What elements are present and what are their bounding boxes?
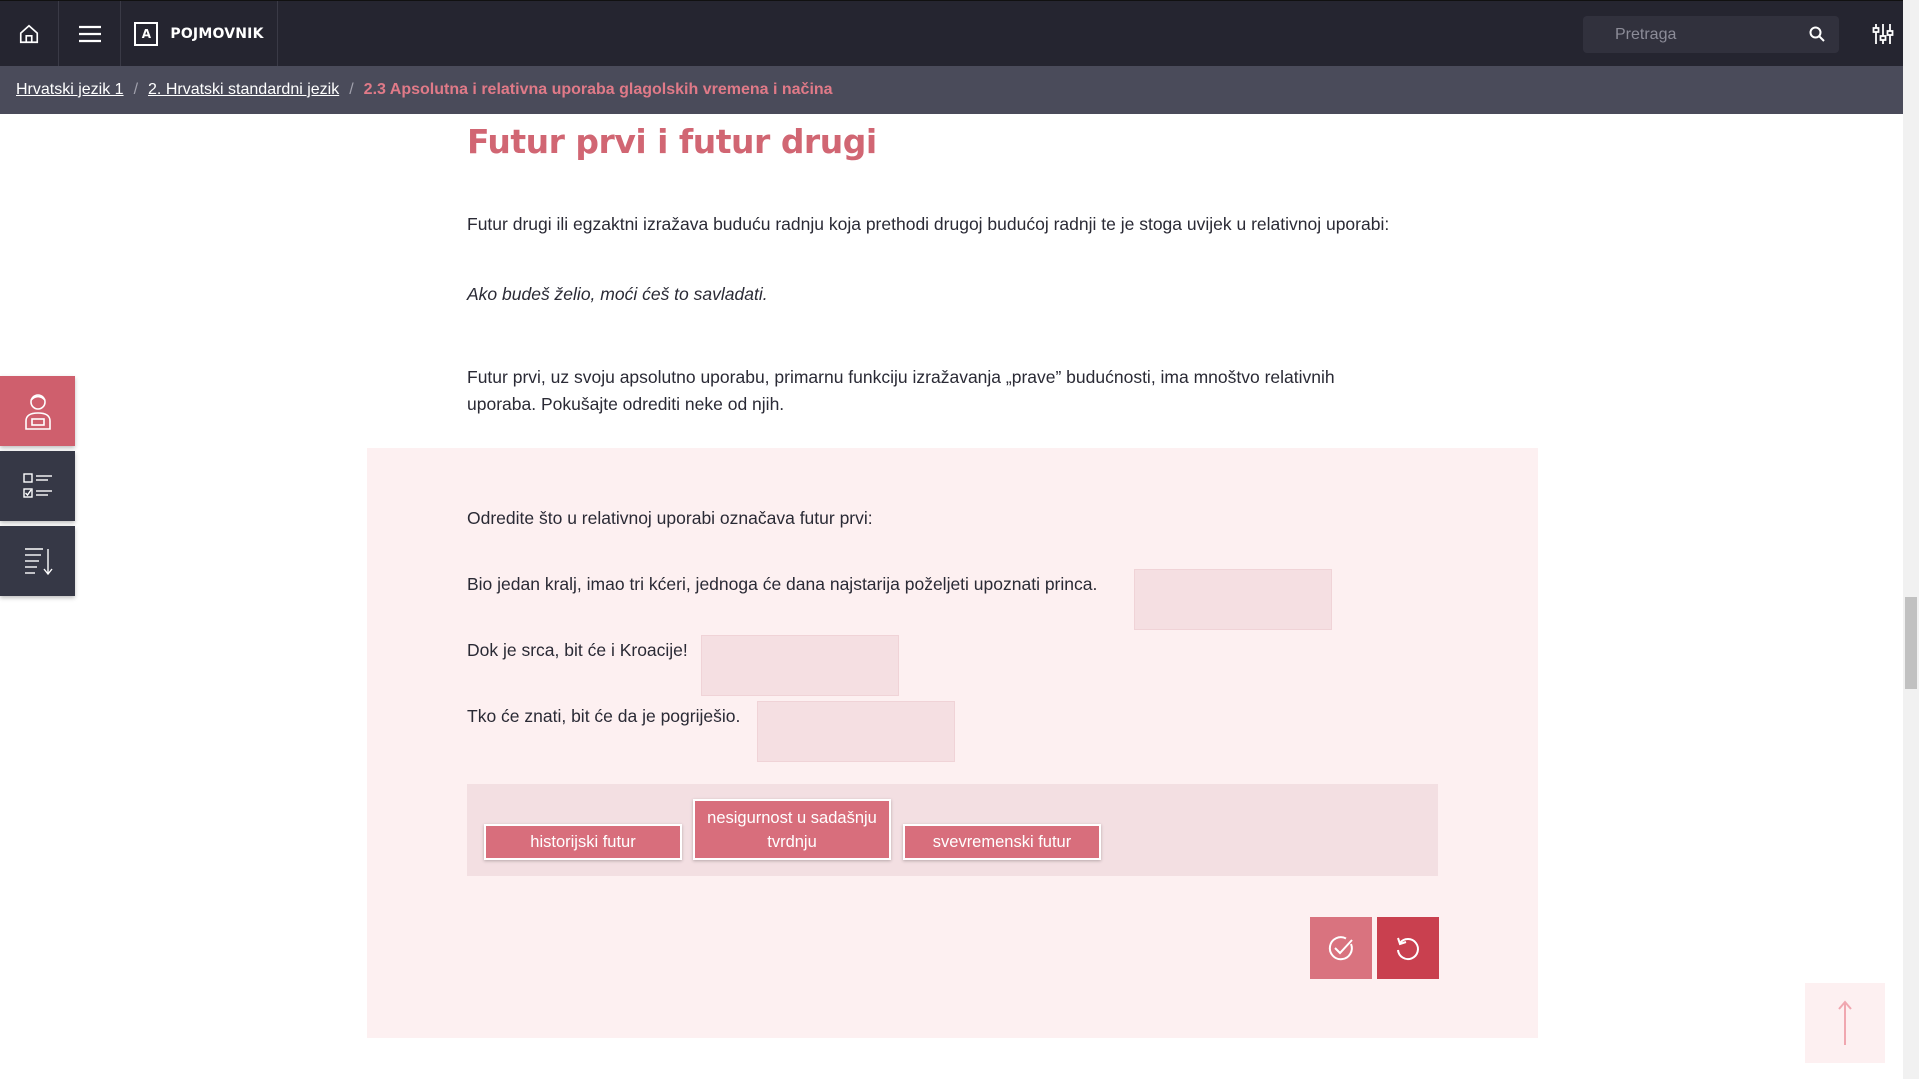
glossary-button[interactable]: A POJMOVNIK xyxy=(121,1,278,67)
breadcrumb-link-chapter[interactable]: 2. Hrvatski standardni jezik xyxy=(148,81,339,99)
home-button[interactable] xyxy=(0,1,59,67)
exercise-sentence-3: Tko će znati, bit će da je pogriješio. xyxy=(467,706,741,726)
page-title: Futur prvi i futur drugi xyxy=(467,122,877,161)
breadcrumb-separator: / xyxy=(349,81,354,98)
scrollbar-track[interactable] xyxy=(1903,0,1919,1079)
sliders-icon xyxy=(1872,24,1893,44)
answer-chip-svevremenski-futur[interactable]: svevremenski futur xyxy=(903,824,1101,860)
search-icon[interactable] xyxy=(1809,26,1825,42)
answer-chip-historijski-futur[interactable]: historijski futur xyxy=(484,824,682,860)
drop-zone-1[interactable] xyxy=(1134,569,1332,630)
answer-chip-nesigurnost[interactable]: nesigurnost u sadašnju tvrdnju xyxy=(693,799,891,860)
breadcrumb-separator: / xyxy=(133,81,139,98)
reset-button[interactable] xyxy=(1377,917,1439,979)
search-input[interactable] xyxy=(1583,25,1793,44)
drop-zone-2[interactable] xyxy=(701,635,899,696)
exercise-sentence-1: Bio jedan kralj, imao tri kćeri, jednoga… xyxy=(467,574,1098,594)
table-of-contents-button[interactable] xyxy=(0,526,75,596)
sort-list-icon xyxy=(24,548,53,576)
top-bar: A POJMOVNIK xyxy=(0,0,1903,67)
paragraph-futur-drugi: Futur drugi ili egzaktni izražava buduću… xyxy=(467,214,1390,234)
glossary-icon: A xyxy=(134,22,159,46)
back-to-top-button[interactable] xyxy=(1805,983,1885,1063)
home-icon xyxy=(19,24,39,44)
breadcrumb-current: 2.3 Apsolutna i relativna uporaba glagol… xyxy=(363,81,833,98)
example-sentence: Ako budeš želio, moći ćeš to savladati. xyxy=(467,284,768,304)
arrow-up-icon xyxy=(1838,1000,1852,1045)
tasks-button[interactable] xyxy=(0,451,75,521)
mentor-icon xyxy=(24,394,51,430)
check-answers-button[interactable] xyxy=(1310,917,1372,979)
hamburger-menu-icon xyxy=(78,25,101,43)
menu-button[interactable] xyxy=(59,1,121,67)
drop-zone-3[interactable] xyxy=(757,701,955,762)
checklist-icon xyxy=(22,473,52,498)
breadcrumb-link-course[interactable]: Hrvatski jezik 1 xyxy=(16,81,124,99)
exercise-sentence-2: Dok je srca, bit će i Kroacije! xyxy=(467,640,688,660)
check-circle-icon xyxy=(1328,936,1353,961)
breadcrumb: Hrvatski jezik 1 / 2. Hrvatski standardn… xyxy=(0,66,1903,114)
glossary-label: POJMOVNIK xyxy=(170,26,264,42)
scrollbar-thumb[interactable] xyxy=(1905,597,1917,689)
mentor-button[interactable] xyxy=(0,376,75,446)
settings-button[interactable] xyxy=(1862,1,1903,67)
paragraph-futur-prvi: Futur prvi, uz svoju apsolutno uporabu, … xyxy=(467,367,1335,414)
search-box xyxy=(1583,16,1839,53)
undo-icon xyxy=(1397,937,1419,961)
exercise-instruction: Odredite što u relativnoj uporabi označa… xyxy=(467,508,873,528)
